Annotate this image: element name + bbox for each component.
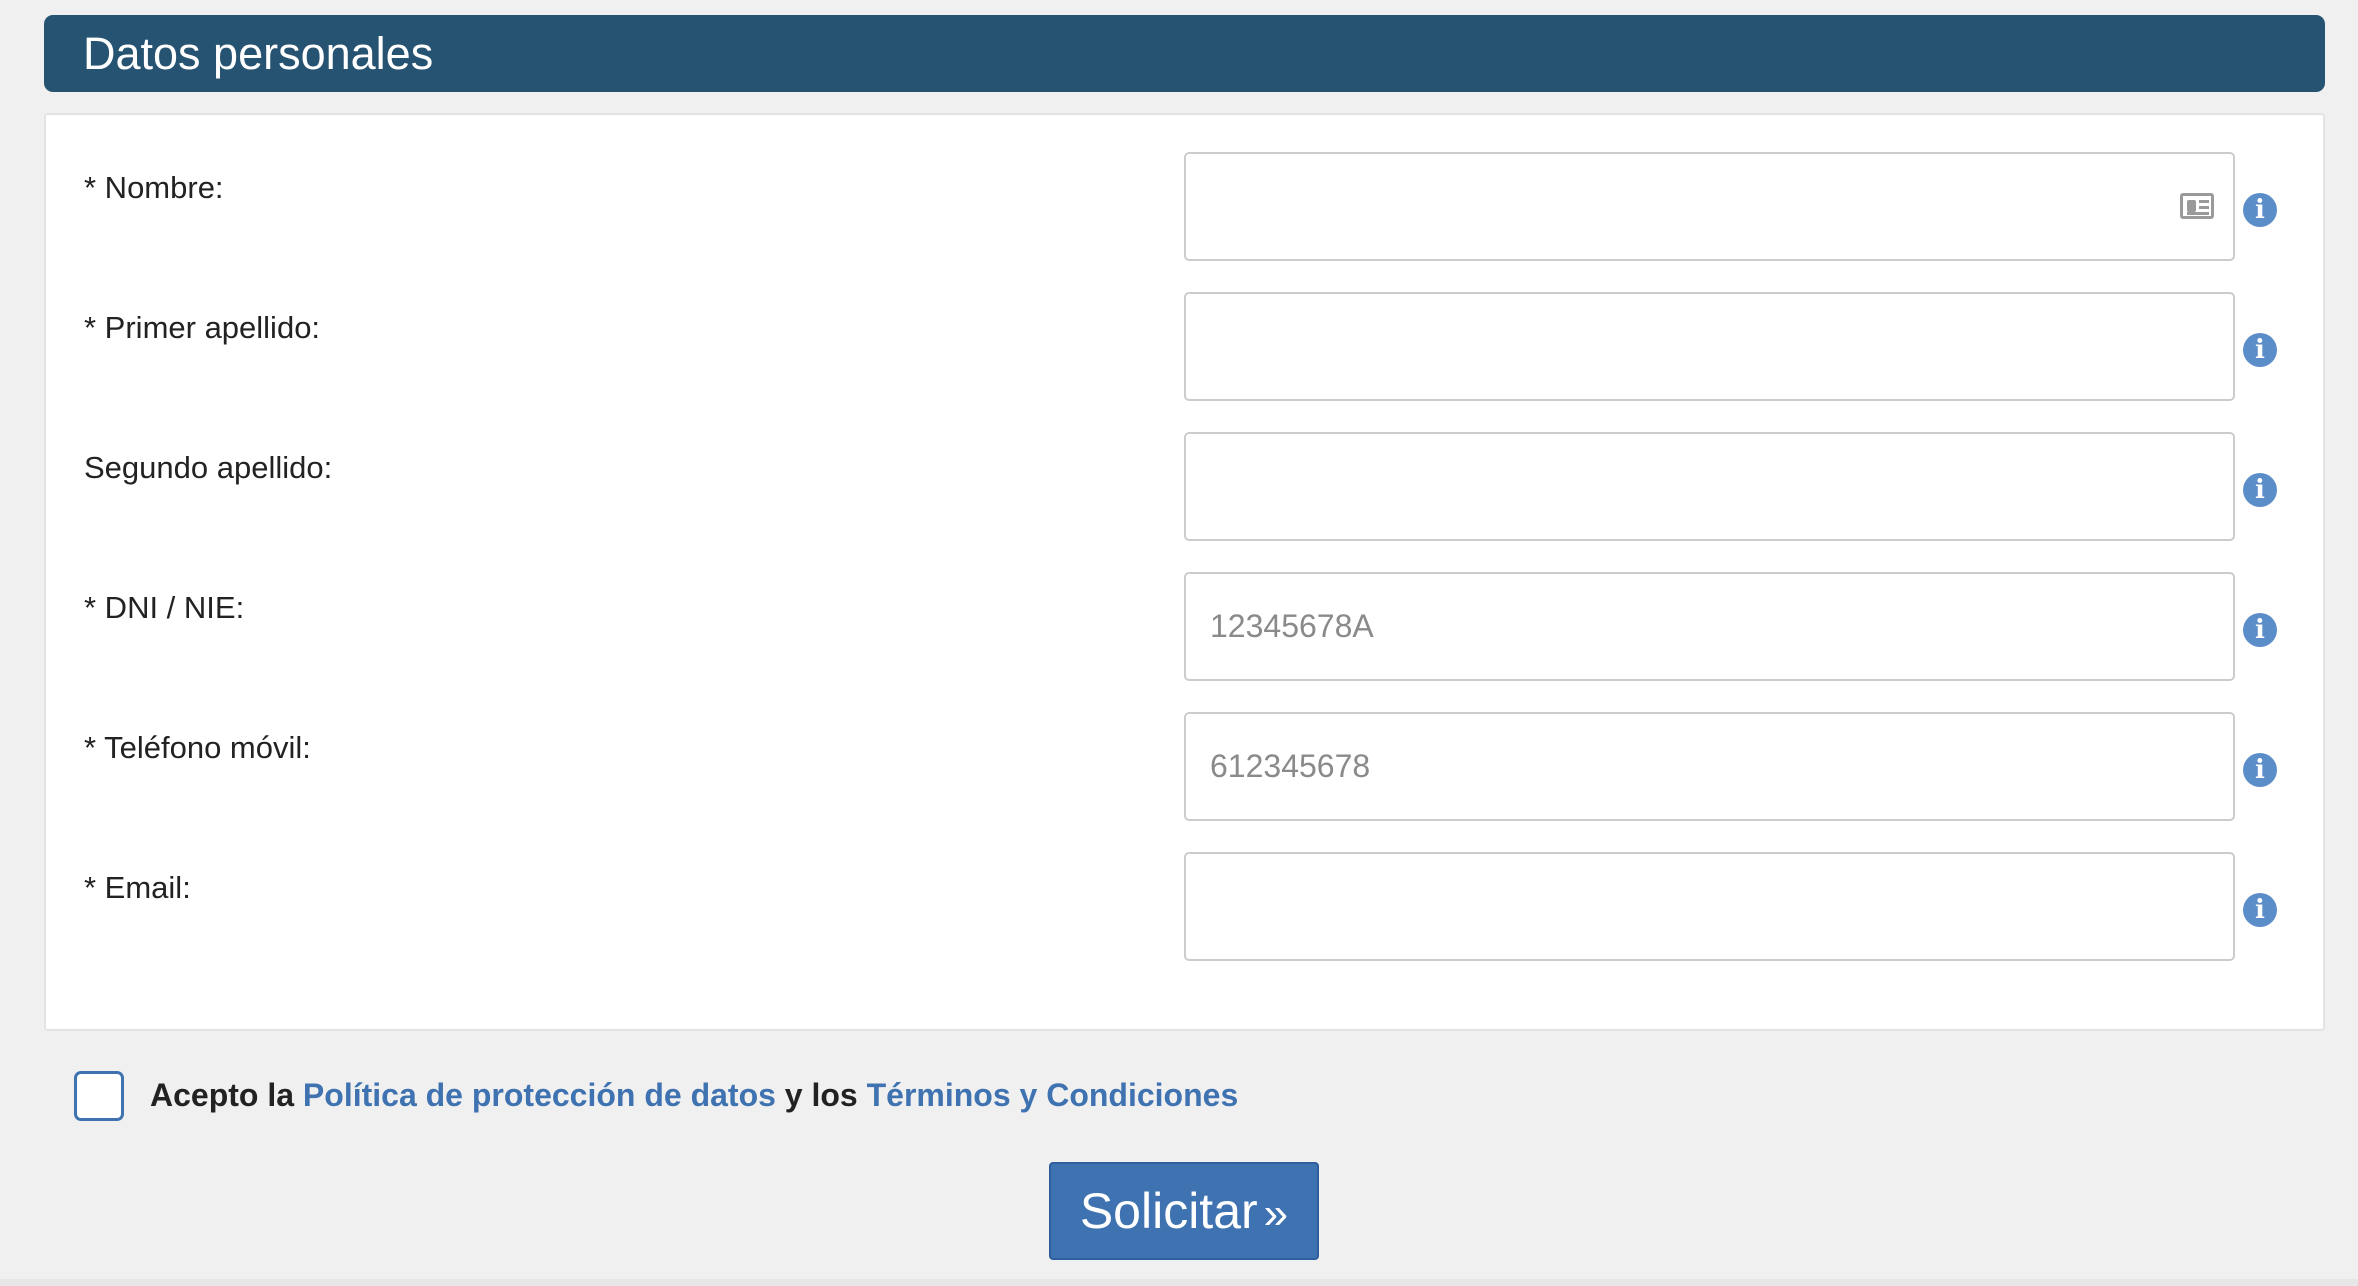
nombre-input[interactable] bbox=[1184, 152, 2235, 261]
consent-middle: y los bbox=[784, 1077, 858, 1113]
email-info-icon[interactable]: i bbox=[2243, 893, 2277, 927]
terms-conditions-link[interactable]: Términos y Condiciones bbox=[867, 1077, 1239, 1113]
primer-apellido-label: * Primer apellido: bbox=[84, 310, 321, 345]
double-chevron-right-icon: » bbox=[1263, 1189, 1289, 1238]
solicitar-button[interactable]: Solicitar» bbox=[1049, 1162, 1319, 1260]
section-header: Datos personales bbox=[44, 15, 2325, 92]
privacy-policy-link[interactable]: Política de protección de datos bbox=[303, 1077, 776, 1113]
segundo-apellido-input[interactable] bbox=[1184, 432, 2235, 541]
primer-apellido-info-icon[interactable]: i bbox=[2243, 333, 2277, 367]
consent-checkbox[interactable] bbox=[74, 1071, 124, 1121]
solicitar-label: Solicitar bbox=[1079, 1183, 1258, 1239]
segundo-apellido-info-icon[interactable]: i bbox=[2243, 473, 2277, 507]
dni-nie-input[interactable] bbox=[1184, 572, 2235, 681]
nombre-label: * Nombre: bbox=[84, 170, 224, 205]
section-title: Datos personales bbox=[83, 28, 434, 79]
consent-prefix: Acepto la bbox=[150, 1077, 295, 1113]
dni-nie-info-icon[interactable]: i bbox=[2243, 613, 2277, 647]
primer-apellido-input[interactable] bbox=[1184, 292, 2235, 401]
consent-text: Acepto la Política de protección de dato… bbox=[150, 1077, 1238, 1114]
id-card-icon[interactable] bbox=[2180, 193, 2214, 219]
segundo-apellido-label: Segundo apellido: bbox=[84, 450, 333, 485]
telefono-movil-info-icon[interactable]: i bbox=[2243, 753, 2277, 787]
bottom-divider bbox=[0, 1279, 2358, 1286]
telefono-movil-label: * Teléfono móvil: bbox=[84, 730, 311, 765]
email-label: * Email: bbox=[84, 870, 191, 905]
telefono-movil-input[interactable] bbox=[1184, 712, 2235, 821]
nombre-info-icon[interactable]: i bbox=[2243, 193, 2277, 227]
email-input[interactable] bbox=[1184, 852, 2235, 961]
dni-nie-label: * DNI / NIE: bbox=[84, 590, 245, 625]
